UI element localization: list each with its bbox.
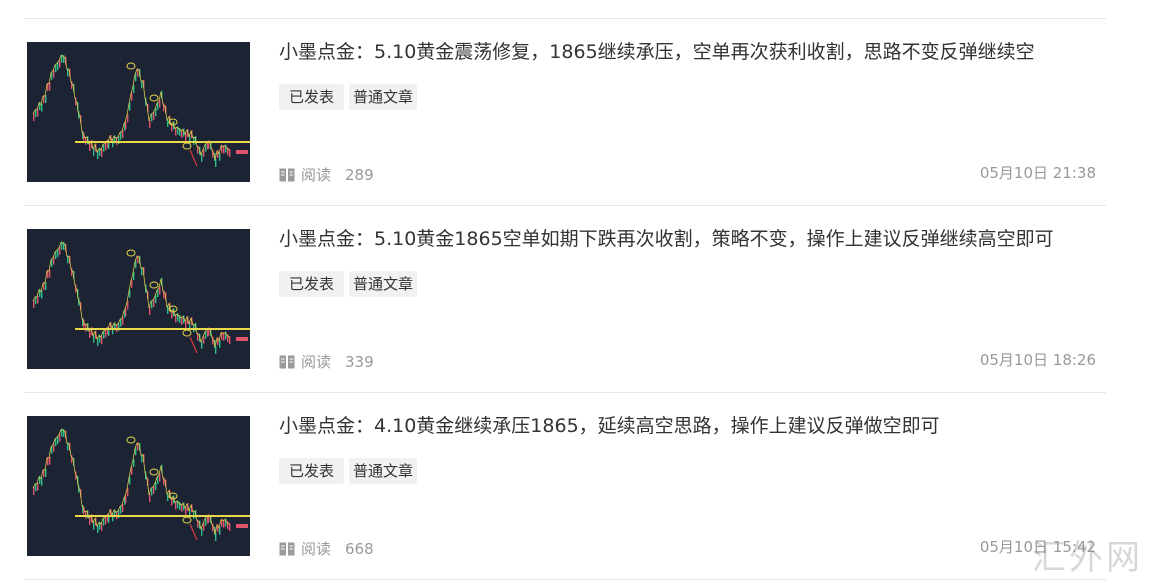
- publish-date: 05月10日 18:26: [979, 351, 1096, 369]
- chart-thumbnail-image: [32, 54, 250, 167]
- status-tag: 已发表: [279, 271, 345, 297]
- article-item[interactable]: 小墨点金：5.10黄金1865空单如期下跌再次收割，策略不变，操作上建议反弹继续…: [27, 226, 1102, 372]
- article-item[interactable]: 小墨点金：4.10黄金继续承压1865，延续高空思路，操作上建议反弹做空即可 已…: [27, 413, 1102, 559]
- article-thumbnail[interactable]: [27, 42, 250, 182]
- site-watermark: 汇外网: [1032, 538, 1143, 578]
- book-icon: [279, 542, 295, 555]
- read-count: 668: [345, 539, 374, 558]
- book-icon: [279, 355, 295, 368]
- article-tags: 已发表 普通文章: [279, 458, 418, 484]
- type-tag: 普通文章: [349, 271, 418, 297]
- article-tags: 已发表 普通文章: [279, 84, 418, 110]
- status-tag: 已发表: [279, 84, 345, 110]
- type-tag: 普通文章: [349, 458, 418, 484]
- divider-top: [25, 18, 1106, 19]
- article-thumbnail[interactable]: [27, 416, 250, 556]
- article-item[interactable]: 小墨点金：5.10黄金震荡修复，1865继续承压，空单再次获利收割，思路不变反弹…: [27, 39, 1102, 185]
- divider-bottom: [25, 579, 1106, 580]
- chart-thumbnail-image: [32, 241, 250, 354]
- read-count: 339: [345, 352, 374, 371]
- article-tags: 已发表 普通文章: [279, 271, 418, 297]
- divider: [25, 205, 1106, 206]
- read-label: 阅读: [301, 540, 332, 558]
- read-stats: 阅读 289: [279, 164, 374, 185]
- publish-date: 05月10日 21:38: [979, 164, 1096, 182]
- book-icon: [279, 168, 295, 181]
- article-title[interactable]: 小墨点金：4.10黄金继续承压1865，延续高空思路，操作上建议反弹做空即可: [279, 413, 940, 439]
- article-thumbnail[interactable]: [27, 229, 250, 369]
- divider: [25, 392, 1106, 393]
- status-tag: 已发表: [279, 458, 345, 484]
- article-title[interactable]: 小墨点金：5.10黄金震荡修复，1865继续承压，空单再次获利收割，思路不变反弹…: [279, 39, 1035, 65]
- read-label: 阅读: [301, 166, 332, 184]
- read-stats: 阅读 339: [279, 351, 374, 372]
- read-count: 289: [345, 165, 374, 184]
- read-stats: 阅读 668: [279, 538, 374, 559]
- article-title[interactable]: 小墨点金：5.10黄金1865空单如期下跌再次收割，策略不变，操作上建议反弹继续…: [279, 226, 1054, 252]
- type-tag: 普通文章: [349, 84, 418, 110]
- read-label: 阅读: [301, 353, 332, 371]
- chart-thumbnail-image: [32, 428, 250, 541]
